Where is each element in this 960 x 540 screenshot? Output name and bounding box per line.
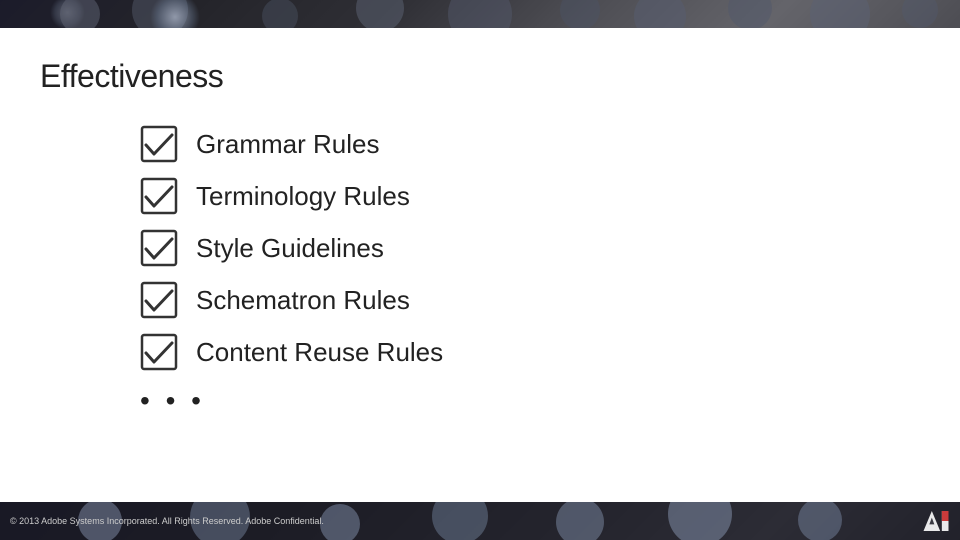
item-label-terminology-rules: Terminology Rules	[196, 181, 410, 212]
checklist-item-terminology-rules: Terminology Rules	[140, 177, 920, 215]
bottom-decorative-bar: © 2013 Adobe Systems Incorporated. All R…	[0, 502, 960, 540]
checkbox-icon-grammar-rules	[140, 125, 178, 163]
item-label-style-guidelines: Style Guidelines	[196, 233, 384, 264]
checklist-item-content-reuse-rules: Content Reuse Rules	[140, 333, 920, 371]
page-title: Effectiveness	[40, 58, 920, 95]
item-label-schematron-rules: Schematron Rules	[196, 285, 410, 316]
checkbox-icon-terminology-rules	[140, 177, 178, 215]
main-content: Effectiveness Grammar Rules Terminology R…	[0, 28, 960, 502]
footer-copyright: © 2013 Adobe Systems Incorporated. All R…	[10, 516, 324, 526]
checklist-item-schematron-rules: Schematron Rules	[140, 281, 920, 319]
checkbox-icon-schematron-rules	[140, 281, 178, 319]
checklist-item-style-guidelines: Style Guidelines	[140, 229, 920, 267]
top-decorative-bar	[0, 0, 960, 28]
checkbox-icon-style-guidelines	[140, 229, 178, 267]
checklist-item-grammar-rules: Grammar Rules	[140, 125, 920, 163]
item-label-content-reuse-rules: Content Reuse Rules	[196, 337, 443, 368]
checklist: Grammar Rules Terminology Rules Style Guid…	[40, 125, 920, 371]
item-label-grammar-rules: Grammar Rules	[196, 129, 379, 160]
ellipsis-indicator: • • •	[40, 385, 920, 417]
checkbox-icon-content-reuse-rules	[140, 333, 178, 371]
adobe-logo	[922, 511, 950, 531]
